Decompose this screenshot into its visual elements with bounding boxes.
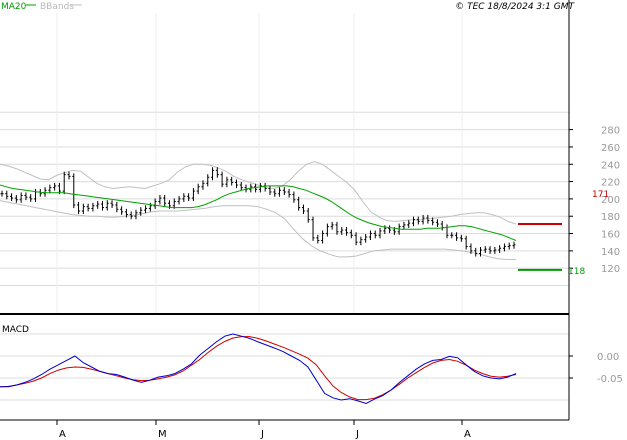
macd-y-tick-label: 0.00 (597, 352, 619, 363)
macd-signal-line (0, 336, 517, 401)
ma20-polyline (0, 184, 517, 241)
y-tick-label: 160 (601, 230, 620, 241)
x-tick-label: J (355, 429, 359, 440)
x-tick-label: A (464, 429, 471, 440)
x-tick-label: J (260, 429, 264, 440)
upper-marker-label: 171 (592, 190, 609, 200)
y-tick-label: 260 (601, 143, 620, 154)
y-axis-ticks: 2802602402202001801601401200.00-0.05 (569, 126, 623, 385)
ma20-legend-label: MA20 (1, 2, 27, 12)
macd-panel-title: MACD (2, 325, 29, 335)
y-tick-label: 120 (601, 264, 620, 275)
x-axis-ticks: AMJJA (56, 420, 471, 440)
price-chart: 2802602402202001801601401200.00-0.05 AMJ… (0, 0, 623, 440)
panel-frame (0, 0, 570, 421)
x-tick-label: M (158, 429, 167, 440)
x-tick-label: A (59, 429, 66, 440)
bbands-legend-label: BBands (40, 2, 74, 12)
copyright-timestamp: © TEC 18/8/2024 3:1 GMT (455, 2, 575, 12)
price-bars (0, 167, 516, 257)
macd-lines (0, 333, 517, 405)
ma20-line (0, 184, 517, 241)
price-grid (0, 13, 569, 314)
y-tick-label: 220 (601, 178, 620, 189)
price-markers (518, 223, 562, 271)
lower-marker-label: 118 (568, 267, 585, 277)
y-tick-label: 140 (601, 247, 620, 258)
y-tick-label: 280 (601, 126, 620, 137)
y-tick-label: 180 (601, 212, 620, 223)
macd-macd-line (0, 333, 517, 405)
bollinger-bands (0, 161, 517, 260)
macd-y-tick-label: -0.05 (597, 374, 623, 385)
macd-grid (0, 333, 569, 401)
y-tick-label: 240 (601, 160, 620, 171)
